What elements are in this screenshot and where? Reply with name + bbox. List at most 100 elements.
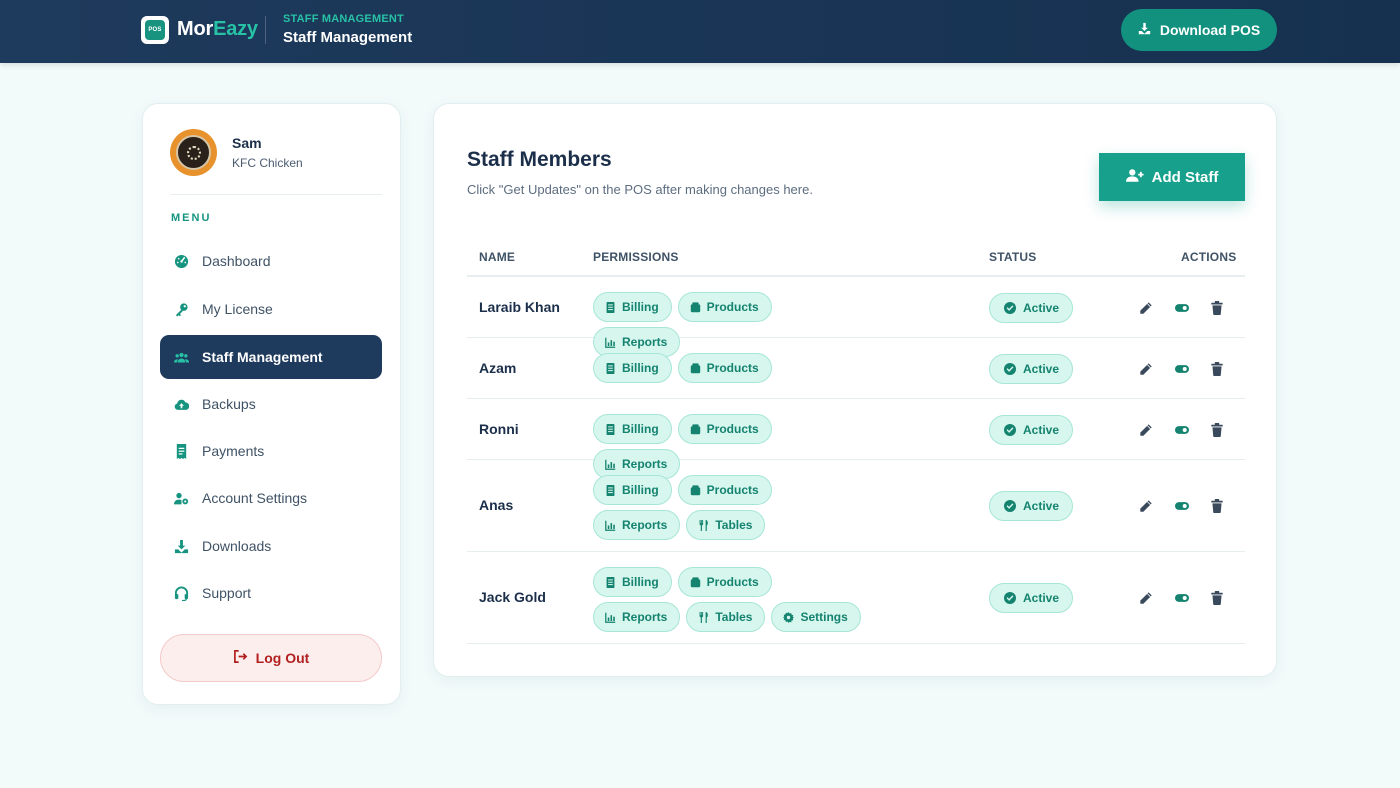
edit-button[interactable] xyxy=(1137,299,1155,317)
products-icon xyxy=(690,484,701,496)
toggle-icon xyxy=(1175,301,1189,315)
permission-chip-reports: Reports xyxy=(593,510,681,540)
delete-button[interactable] xyxy=(1208,421,1226,439)
permission-label: Tables xyxy=(715,610,753,624)
table-row: Anas Billing Products Reports Tables Active xyxy=(467,460,1245,552)
trash-icon xyxy=(1210,361,1224,376)
edit-button[interactable] xyxy=(1137,589,1155,607)
delete-button[interactable] xyxy=(1208,497,1226,515)
section-title: Staff Members xyxy=(467,148,612,171)
column-header-name: NAME xyxy=(479,250,516,264)
toggle-status-button[interactable] xyxy=(1173,589,1191,607)
status-label: Active xyxy=(1023,300,1060,315)
table-row: Azam Billing Products Active xyxy=(467,338,1245,399)
permission-chip-billing: Billing xyxy=(593,353,672,383)
permission-label: Billing xyxy=(622,575,659,589)
column-header-status: STATUS xyxy=(989,250,1037,264)
delete-button[interactable] xyxy=(1208,299,1226,317)
sidebar-divider xyxy=(171,194,382,195)
trash-icon xyxy=(1210,422,1224,437)
user-name: Sam xyxy=(232,135,262,151)
sidebar-item-account-settings[interactable]: Account Settings xyxy=(160,476,382,520)
toggle-icon xyxy=(1175,423,1189,437)
status-label: Active xyxy=(1023,591,1060,605)
headset-icon xyxy=(173,585,190,602)
trash-icon xyxy=(1210,499,1224,513)
delete-button[interactable] xyxy=(1208,589,1226,607)
toggle-status-button[interactable] xyxy=(1173,299,1191,317)
check-circle-icon xyxy=(1004,592,1016,604)
menu-heading: MENU xyxy=(171,212,212,224)
sidebar-item-my-license[interactable]: My License xyxy=(160,287,382,331)
table-row: Jack Gold Billing Products Reports Tables Set… xyxy=(467,552,1245,644)
permission-label: Products xyxy=(706,483,759,497)
reports-icon xyxy=(605,612,616,623)
add-staff-label: Add Staff xyxy=(1151,168,1219,186)
toggle-status-button[interactable] xyxy=(1173,360,1191,378)
status-badge: Active xyxy=(989,583,1074,613)
status-badge: Active xyxy=(989,414,1074,445)
staff-name: Laraib Khan xyxy=(479,298,560,315)
status-badge: Active xyxy=(989,292,1074,323)
sidebar-item-downloads[interactable]: Downloads xyxy=(160,524,382,568)
products-icon xyxy=(690,301,701,313)
pencil-icon xyxy=(1139,301,1153,315)
permission-label: Billing xyxy=(622,483,659,497)
breadcrumb-section: STAFF MANAGEMENT xyxy=(283,13,404,25)
edit-button[interactable] xyxy=(1137,497,1155,515)
sidebar-item-label: Backups xyxy=(202,396,256,412)
permission-chip-billing: Billing xyxy=(593,414,672,444)
permission-label: Billing xyxy=(622,422,659,436)
sidebar-item-support[interactable]: Support xyxy=(160,571,382,615)
permission-chip-products: Products xyxy=(677,353,772,383)
permission-chip-reports: Reports xyxy=(593,602,681,632)
toggle-status-button[interactable] xyxy=(1173,421,1191,439)
edit-button[interactable] xyxy=(1137,421,1155,439)
permission-label: Reports xyxy=(622,610,668,624)
add-staff-button[interactable]: Add Staff xyxy=(1099,153,1245,201)
brand-name[interactable]: MorEazy xyxy=(177,18,258,41)
permission-chip-products: Products xyxy=(677,567,772,597)
sidebar-item-staff-management[interactable]: Staff Management xyxy=(160,335,382,379)
billing-icon xyxy=(605,423,616,435)
brand-logo-icon[interactable]: POS xyxy=(141,16,169,44)
download-pos-label: Download POS xyxy=(1159,22,1261,38)
permission-label: Billing xyxy=(622,300,659,314)
permission-chip-products: Products xyxy=(677,475,772,505)
sidebar-item-backups[interactable]: Backups xyxy=(160,382,382,426)
table-row: Laraib Khan Billing Products Reports Active xyxy=(467,277,1245,357)
delete-button[interactable] xyxy=(1208,360,1226,378)
sidebar: Sam KFC Chicken MENU Dashboard My Licens… xyxy=(142,103,401,705)
logout-button[interactable]: Log Out xyxy=(160,634,382,682)
permission-label: Products xyxy=(706,575,759,589)
users-icon xyxy=(173,349,190,366)
sidebar-item-label: Account Settings xyxy=(202,490,308,506)
sidebar-item-label: My License xyxy=(202,301,273,317)
logout-icon xyxy=(233,649,248,667)
edit-button[interactable] xyxy=(1137,360,1155,378)
permission-label: Products xyxy=(706,361,759,375)
billing-icon xyxy=(605,301,616,313)
sidebar-item-dashboard[interactable]: Dashboard xyxy=(160,239,382,283)
sidebar-item-label: Payments xyxy=(202,443,265,459)
tables-icon xyxy=(698,611,709,623)
toggle-status-button[interactable] xyxy=(1173,497,1191,515)
download-icon xyxy=(173,538,190,555)
brand-logo-text: POS xyxy=(145,20,165,40)
sidebar-item-payments[interactable]: Payments xyxy=(160,429,382,473)
check-circle-icon xyxy=(1004,362,1016,375)
sidebar-item-label: Dashboard xyxy=(202,253,271,269)
logout-label: Log Out xyxy=(255,650,310,666)
permission-chip-products: Products xyxy=(677,292,772,322)
permission-chip-tables: Tables xyxy=(686,602,766,632)
permission-chip-billing: Billing xyxy=(593,567,672,597)
status-label: Active xyxy=(1023,499,1060,513)
reports-icon xyxy=(605,520,616,531)
section-subtitle: Click "Get Updates" on the POS after mak… xyxy=(467,182,813,197)
permission-label: Billing xyxy=(622,361,659,375)
products-icon xyxy=(690,576,701,588)
staff-name: Anas xyxy=(479,497,514,513)
staff-table: NAME PERMISSIONS STATUS ACTIONS Laraib K… xyxy=(467,234,1245,644)
avatar[interactable] xyxy=(170,129,217,176)
download-pos-button[interactable]: Download POS xyxy=(1121,9,1277,51)
